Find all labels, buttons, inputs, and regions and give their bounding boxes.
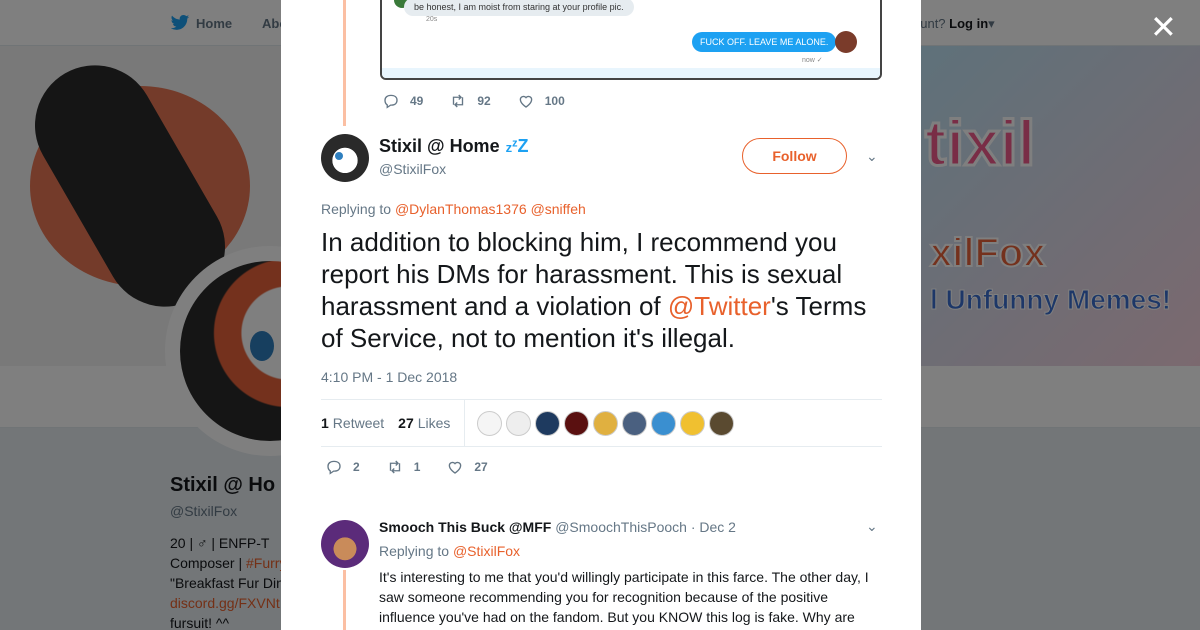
like-count: 27 <box>474 460 488 474</box>
dm-receiver-avatar <box>835 31 857 53</box>
reply-replying-to: Replying to @StixilFox <box>379 543 520 559</box>
retweet-stat-label: Retweet <box>332 415 385 431</box>
reply-text: It's interesting to me that you'd willin… <box>379 569 869 630</box>
liker-avatar[interactable] <box>709 410 735 436</box>
reply-menu-chevron-icon[interactable]: ⌄ <box>866 518 878 535</box>
liker-avatar[interactable] <box>535 410 561 436</box>
retweet-stat-count: 1 <box>321 415 329 431</box>
reply-replying-user-link[interactable]: @StixilFox <box>453 543 520 559</box>
replying-user-link[interactable]: @sniffeh <box>531 201 586 217</box>
tweet-menu-chevron-icon[interactable]: ⌄ <box>866 148 878 165</box>
dm-screenshot-image[interactable]: be honest, I am moist from staring at yo… <box>380 0 882 80</box>
prev-like-count: 100 <box>544 94 565 108</box>
reply-icon <box>327 460 341 475</box>
liker-avatar[interactable] <box>593 410 619 436</box>
reply-header: Smooch This Buck @MFF @SmoochThisPooch ·… <box>379 519 736 535</box>
liker-avatar[interactable] <box>651 410 677 436</box>
stats-divider <box>464 400 466 446</box>
liker-avatar[interactable] <box>622 410 648 436</box>
like-stat[interactable]: 27 Likes <box>398 415 450 431</box>
tweet-modal: be honest, I am moist from staring at yo… <box>281 0 921 630</box>
author-name-text: Stixil @ Home <box>379 136 500 156</box>
tweet-stats: 1 Retweet 27 Likes <box>321 399 882 447</box>
dm-incoming-time: 20s <box>426 16 438 23</box>
reply-button[interactable]: 2 <box>325 458 360 476</box>
reply-count: 2 <box>353 460 360 474</box>
prev-retweet-button[interactable]: 92 <box>449 92 491 110</box>
dm-input-bar <box>382 68 880 78</box>
like-button[interactable]: 27 <box>446 458 488 476</box>
liker-avatar[interactable] <box>564 410 590 436</box>
liker-avatars <box>477 410 735 436</box>
reply-author-handle[interactable]: @SmoochThisPooch <box>555 519 687 535</box>
dm-outgoing-time: now ✓ <box>802 57 823 64</box>
replying-user-link[interactable]: @DylanThomas1376 <box>395 201 527 217</box>
heart-icon <box>519 95 533 108</box>
replying-label: Replying to <box>321 201 392 217</box>
sleep-zzz-icon: zzZ <box>505 136 529 156</box>
author-avatar-eye <box>335 152 343 160</box>
retweet-stat[interactable]: 1 Retweet <box>321 415 384 431</box>
close-icon[interactable]: ✕ <box>1150 8 1177 46</box>
thread-line-top <box>343 0 346 126</box>
prev-reply-button[interactable]: 49 <box>382 92 423 110</box>
retweet-button[interactable]: 1 <box>386 458 421 476</box>
thread-line-bottom <box>343 570 346 630</box>
dm-outgoing-message: FUCK OFF. LEAVE ME ALONE. <box>692 32 837 52</box>
tweet-text: In addition to blocking him, I recommend… <box>321 226 891 354</box>
tweet-mention-link[interactable]: @Twitter <box>668 291 771 321</box>
author-avatar[interactable] <box>321 134 369 182</box>
liker-avatar[interactable] <box>680 410 706 436</box>
prev-tweet-actions: 49 92 100 <box>382 92 591 110</box>
prev-like-button[interactable]: 100 <box>517 92 565 110</box>
retweet-count: 1 <box>413 460 421 474</box>
dm-incoming-message: be honest, I am moist from staring at yo… <box>404 0 634 16</box>
like-stat-label: Likes <box>417 415 451 431</box>
replying-to: Replying to @DylanThomas1376 @sniffeh <box>321 201 586 217</box>
reply-author-name[interactable]: Smooch This Buck @MFF <box>379 519 551 535</box>
liker-avatar[interactable] <box>506 410 532 436</box>
reply-icon <box>384 94 398 109</box>
prev-retweet-count: 92 <box>477 94 491 108</box>
author-handle[interactable]: @StixilFox <box>379 161 446 177</box>
like-stat-count: 27 <box>398 415 414 431</box>
liker-avatar[interactable] <box>477 410 503 436</box>
tweet-actions: 2 1 27 <box>325 458 514 476</box>
prev-reply-count: 49 <box>410 94 424 108</box>
author-name[interactable]: Stixil @ Home zzZ <box>379 136 529 157</box>
reply-avatar[interactable] <box>321 520 369 568</box>
reply-date[interactable]: · Dec 2 <box>691 519 736 535</box>
retweet-icon <box>389 460 400 474</box>
follow-button[interactable]: Follow <box>742 138 847 174</box>
tweet-timestamp[interactable]: 4:10 PM - 1 Dec 2018 <box>321 369 457 385</box>
reply-replying-label: Replying to <box>379 543 450 559</box>
retweet-icon <box>453 94 464 108</box>
heart-icon <box>449 461 462 474</box>
